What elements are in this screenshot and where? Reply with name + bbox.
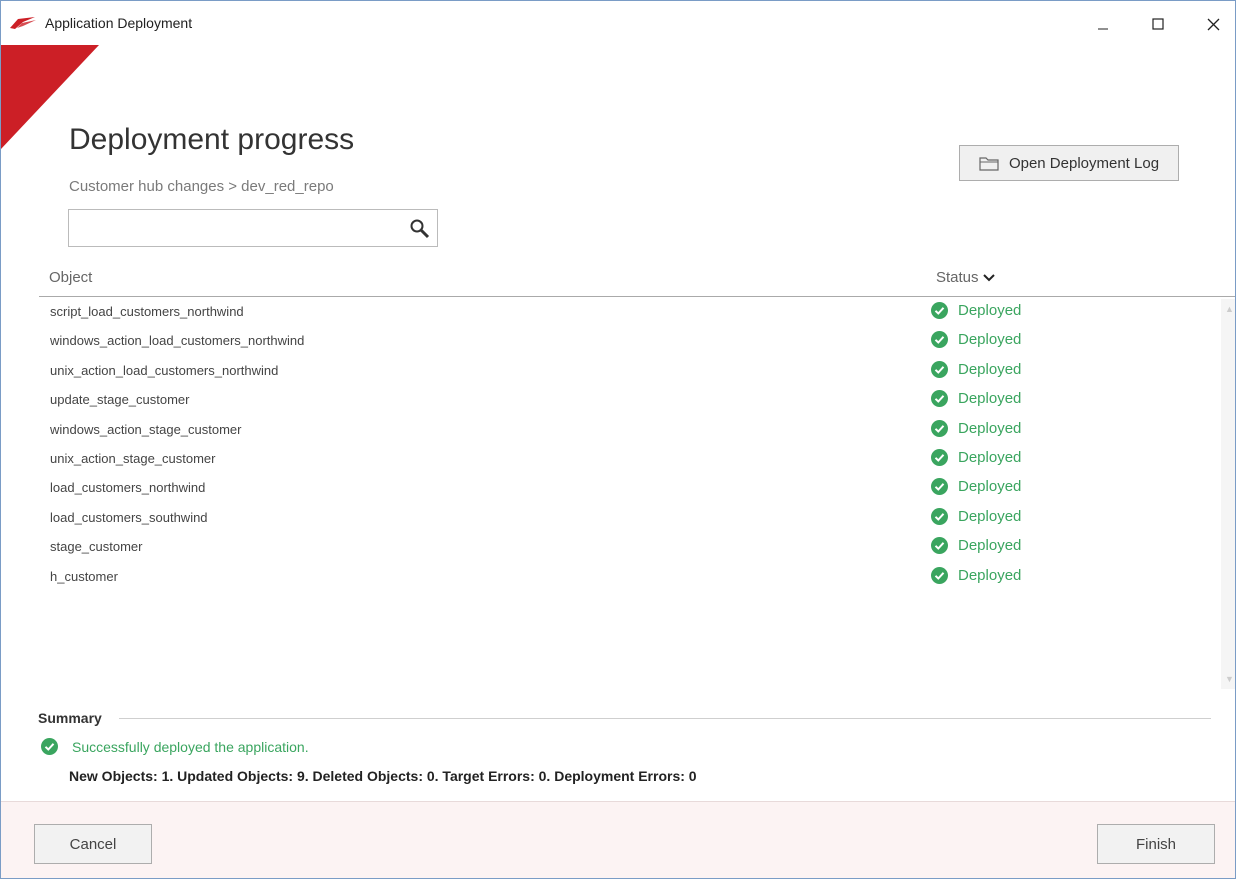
open-deployment-log-button[interactable]: Open Deployment Log (959, 145, 1179, 181)
search-input[interactable] (73, 216, 397, 242)
dialog-footer: Cancel Finish (1, 801, 1235, 878)
scroll-up-icon[interactable]: ▲ (1225, 305, 1234, 314)
minimize-button[interactable] (1079, 9, 1127, 39)
table-row[interactable]: h_customer Deployed (39, 562, 1221, 591)
scroll-down-icon[interactable]: ▼ (1225, 675, 1234, 684)
check-circle-icon (41, 738, 58, 755)
check-circle-icon (931, 537, 948, 555)
summary-divider (119, 718, 1211, 719)
status-cell: Deployed (931, 360, 1022, 378)
object-name: load_customers_southwind (50, 509, 208, 525)
status-text: Deployed (958, 537, 1022, 555)
success-message: Successfully deployed the application. (41, 738, 309, 755)
maximize-button[interactable] (1134, 9, 1182, 39)
table-row[interactable]: windows_action_stage_customer Deployed (39, 415, 1221, 444)
minimize-icon (1098, 28, 1108, 30)
chevron-down-icon (982, 273, 995, 281)
check-circle-icon (931, 302, 948, 319)
check-circle-icon (931, 419, 948, 437)
table-row[interactable]: stage_customer Deployed (39, 532, 1221, 561)
column-header-status-label: Status (936, 269, 979, 286)
status-text: Deployed (958, 331, 1022, 349)
status-text: Deployed (958, 566, 1022, 584)
check-circle-icon (931, 478, 948, 496)
check-circle-icon (931, 390, 948, 408)
table-row[interactable]: windows_action_load_customers_northwind … (39, 326, 1221, 355)
object-name: script_load_customers_northwind (50, 304, 244, 319)
table-row[interactable]: load_customers_northwind Deployed (39, 473, 1221, 502)
folder-icon (979, 157, 999, 171)
status-text: Deployed (958, 302, 1022, 319)
status-cell: Deployed (931, 331, 1022, 349)
search-button[interactable] (409, 218, 431, 240)
object-name: windows_action_load_customers_northwind (50, 333, 305, 349)
status-text: Deployed (958, 390, 1022, 408)
summary-label: Summary (38, 710, 102, 726)
status-text: Deployed (958, 478, 1022, 496)
object-name: stage_customer (50, 539, 143, 555)
object-name: unix_action_load_customers_northwind (50, 362, 279, 378)
object-name: unix_action_stage_customer (50, 450, 216, 466)
check-circle-icon (931, 448, 948, 466)
status-cell: Deployed (931, 302, 1021, 319)
finish-button[interactable]: Finish (1097, 824, 1215, 864)
vertical-scrollbar[interactable]: ▲ ▼ (1221, 299, 1235, 689)
search-box (68, 209, 438, 247)
status-cell: Deployed (931, 566, 1022, 584)
success-text: Successfully deployed the application. (72, 738, 309, 755)
object-name: update_stage_customer (50, 392, 190, 408)
maximize-icon (1152, 18, 1164, 30)
close-button[interactable] (1189, 9, 1235, 39)
table-row[interactable]: load_customers_southwind Deployed (39, 503, 1221, 532)
title-bar: Application Deployment (1, 1, 1235, 45)
cancel-button[interactable]: Cancel (34, 824, 152, 864)
page-title: Deployment progress (69, 123, 355, 156)
application-deployment-window: Application Deployment Deployment progre… (0, 0, 1236, 879)
table-row[interactable]: update_stage_customer Deployed (39, 385, 1221, 414)
status-text: Deployed (958, 419, 1022, 437)
close-icon (1207, 18, 1219, 30)
column-header-status[interactable]: Status (936, 269, 995, 286)
object-name: load_customers_northwind (50, 480, 206, 496)
check-circle-icon (931, 360, 948, 378)
status-cell: Deployed (931, 537, 1022, 555)
check-circle-icon (931, 507, 948, 525)
breadcrumb: Customer hub changes > dev_red_repo (69, 178, 334, 195)
deployment-object-list: script_load_customers_northwind Deployed… (39, 297, 1221, 687)
deployment-counts: New Objects: 1. Updated Objects: 9. Dele… (69, 768, 697, 784)
status-cell: Deployed (931, 448, 1022, 466)
object-name: h_customer (50, 568, 118, 584)
status-cell: Deployed (931, 507, 1022, 525)
app-logo-icon (10, 17, 36, 29)
check-circle-icon (931, 331, 948, 349)
window-title: Application Deployment (45, 15, 193, 31)
column-header-object[interactable]: Object (49, 269, 92, 286)
status-cell: Deployed (931, 419, 1022, 437)
search-icon (410, 219, 430, 239)
status-text: Deployed (958, 360, 1022, 378)
table-row[interactable]: script_load_customers_northwind Deployed (39, 297, 1221, 326)
check-circle-icon (931, 566, 948, 584)
status-cell: Deployed (931, 390, 1022, 408)
open-deployment-log-label: Open Deployment Log (1008, 154, 1160, 172)
table-row[interactable]: unix_action_stage_customer Deployed (39, 444, 1221, 473)
status-cell: Deployed (931, 478, 1022, 496)
status-text: Deployed (958, 507, 1022, 525)
status-text: Deployed (958, 448, 1022, 466)
table-row[interactable]: unix_action_load_customers_northwind Dep… (39, 356, 1221, 385)
object-name: windows_action_stage_customer (50, 421, 242, 437)
